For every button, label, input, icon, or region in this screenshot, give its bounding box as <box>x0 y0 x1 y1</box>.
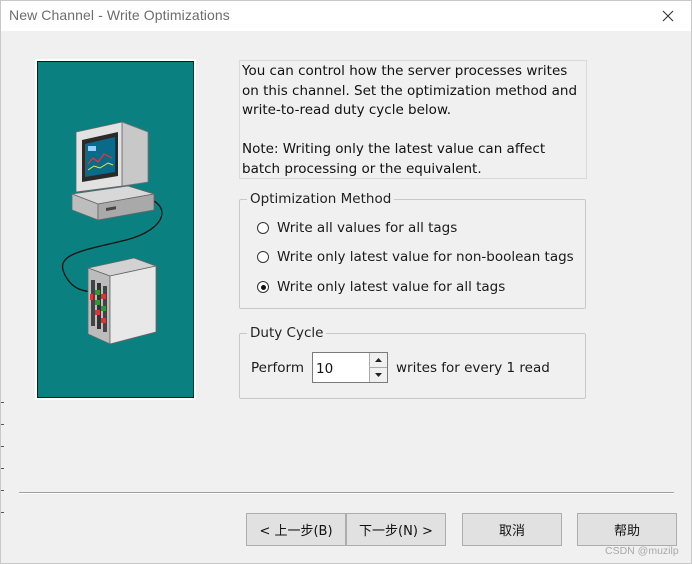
radio-label: Write only latest value for non-boolean … <box>277 249 574 265</box>
wizard-illustration <box>35 59 196 400</box>
watermark: CSDN @muzilp <box>605 545 679 557</box>
dialog-window: New Channel - Write Optimizations You ca… <box>0 0 692 564</box>
radio-label: Write only latest value for all tags <box>277 279 506 295</box>
close-button[interactable] <box>645 1 691 31</box>
computer-plc-illustration-icon <box>61 121 163 345</box>
close-icon <box>662 10 674 22</box>
arrow-down-icon <box>375 373 382 377</box>
radio-write-latest-all-tags[interactable]: Write only latest value for all tags <box>257 279 505 295</box>
title-bar[interactable]: New Channel - Write Optimizations <box>1 1 691 31</box>
writes-count-input[interactable] <box>313 353 369 382</box>
perform-label: Perform <box>251 359 304 376</box>
radio-button[interactable] <box>257 251 269 263</box>
radio-label: Write all values for all tags <box>277 220 458 236</box>
writes-per-read-label: writes for every 1 read <box>396 359 550 376</box>
next-button[interactable]: 下一步(N) > <box>346 513 446 546</box>
radio-write-latest-non-boolean[interactable]: Write only latest value for non-boolean … <box>257 249 574 265</box>
button-separator <box>19 492 674 494</box>
spin-down-button[interactable] <box>370 368 387 382</box>
spinner-buttons <box>369 353 387 382</box>
spin-up-button[interactable] <box>370 353 387 368</box>
duty-cycle-label: Duty Cycle <box>247 324 327 342</box>
radio-button-selected[interactable] <box>257 281 269 293</box>
cancel-button[interactable]: 取消 <box>462 513 562 546</box>
optimization-method-group: Optimization Method Write all values for… <box>239 190 586 309</box>
writes-spinner[interactable] <box>312 352 388 383</box>
duty-cycle-group: Duty Cycle Perform writes for every 1 re… <box>239 324 586 399</box>
radio-write-all-values[interactable]: Write all values for all tags <box>257 220 457 236</box>
optimization-method-label: Optimization Method <box>247 190 395 208</box>
background-window-edge <box>1 381 4 561</box>
window-title: New Channel - Write Optimizations <box>9 7 230 23</box>
radio-button[interactable] <box>257 222 269 234</box>
back-button[interactable]: < 上一步(B) <box>246 513 346 546</box>
arrow-up-icon <box>375 358 382 362</box>
computer-plc-illustration <box>37 61 194 398</box>
duty-cycle-row: Perform writes for every 1 read <box>251 352 550 383</box>
help-button[interactable]: 帮助 <box>577 513 677 546</box>
description-text: You can control how the server processes… <box>239 60 587 179</box>
